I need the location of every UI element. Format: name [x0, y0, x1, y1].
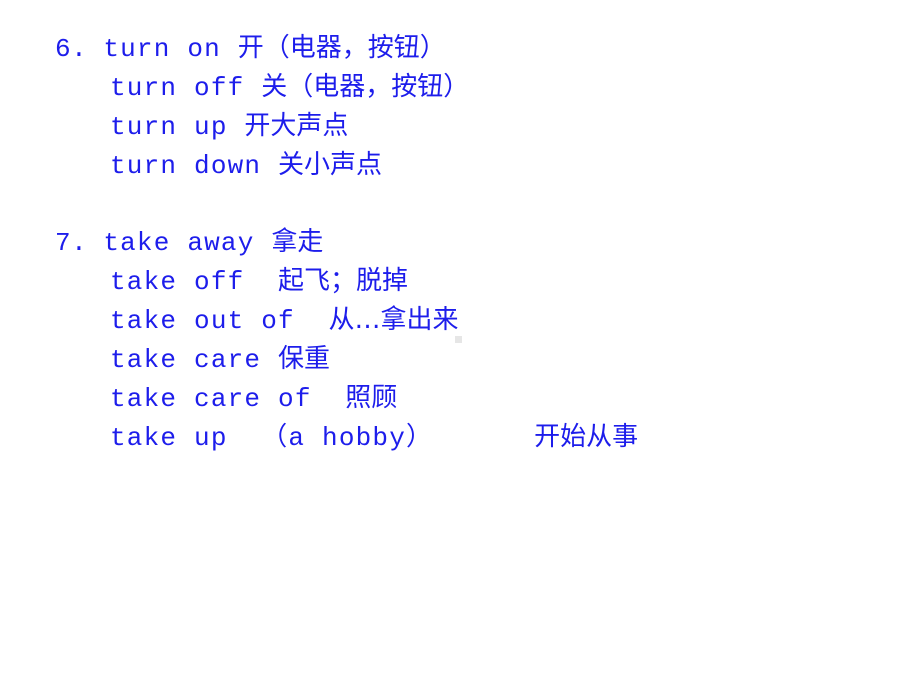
chinese-translation: 起飞；脱掉: [278, 266, 409, 296]
vocab-line-take-care-of: take care of 照顾: [110, 383, 397, 414]
chinese-translation: 关（电器，按钮）: [261, 72, 470, 102]
chinese-translation: 关小声点: [278, 150, 383, 180]
slide-content-body: 6. turn on 开（电器，按钮） turn off 关（电器，按钮） tu…: [0, 0, 920, 690]
english-phrase: take off: [110, 267, 262, 297]
vocab-line-take-care: take care 保重: [110, 344, 330, 375]
vocab-line-take-away: 7. take away 拿走: [55, 227, 323, 258]
english-phrase: take away: [103, 228, 272, 258]
english-phrase: take care: [110, 345, 279, 375]
slide-canvas: 6. turn on 开（电器，按钮） turn off 关（电器，按钮） tu…: [0, 0, 920, 690]
english-phrase: turn on: [103, 34, 238, 64]
vocab-line-turn-off: turn off 关（电器，按钮）: [110, 72, 469, 103]
english-phrase: take out of: [110, 306, 312, 336]
english-phrase: take care of: [110, 384, 329, 414]
english-phrase: turn off: [110, 73, 262, 103]
chinese-translation: 保重: [278, 344, 331, 374]
chinese-translation: 拿走: [271, 227, 324, 257]
chinese-translation: 从…拿出来: [328, 305, 459, 335]
vocab-line-turn-down: turn down 关小声点: [110, 150, 382, 181]
chinese-translation: 开大声点: [244, 111, 349, 141]
vocab-line-take-off: take off 起飞；脱掉: [110, 266, 408, 297]
vocab-line-turn-up: turn up 开大声点: [110, 111, 348, 142]
english-phrase: turn up: [110, 112, 245, 142]
list-number-6: 6.: [55, 34, 104, 64]
gray-square-artifact: [455, 336, 462, 343]
chinese-translation: 开始从事: [534, 422, 639, 452]
vocab-line-take-up: take up （a hobby） 开始从事: [110, 422, 638, 453]
list-number-7: 7.: [55, 228, 104, 258]
chinese-translation: 照顾: [345, 383, 398, 413]
vocab-line-turn-on: 6. turn on 开（电器，按钮）: [55, 33, 446, 64]
chinese-translation: 开（电器，按钮）: [237, 33, 446, 63]
vocab-line-take-out-of: take out of 从…拿出来: [110, 305, 458, 336]
english-phrase: turn down: [110, 151, 279, 181]
english-phrase: take up （a hobby）: [110, 423, 434, 453]
